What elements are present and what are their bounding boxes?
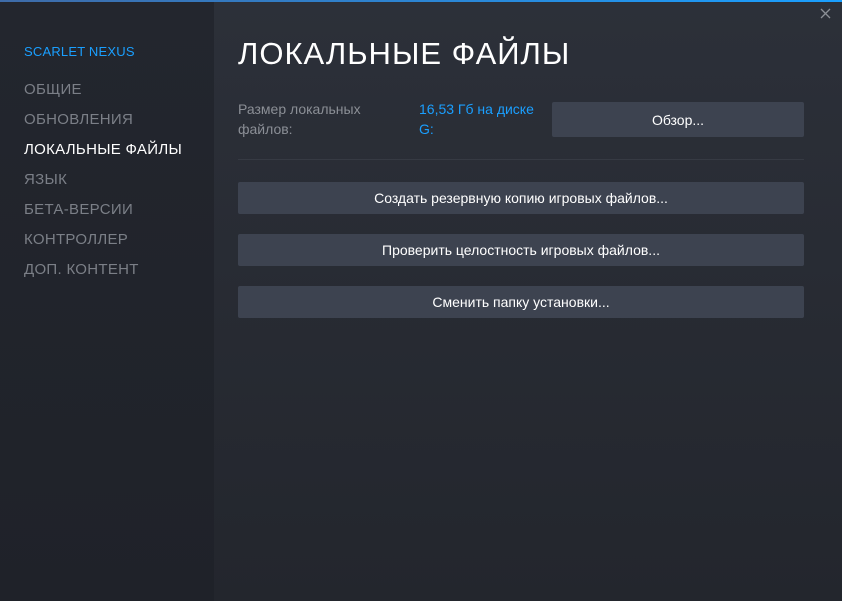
close-icon	[820, 8, 830, 18]
move-install-folder-button[interactable]: Сменить папку установки...	[238, 286, 804, 318]
backup-files-button[interactable]: Создать резервную копию игровых файлов..…	[238, 182, 804, 214]
size-value-link[interactable]: 16,53 Гб на диске G:	[419, 99, 549, 139]
game-title: SCARLET NEXUS	[24, 44, 135, 59]
properties-window: SCARLET NEXUS ОБЩИЕ ОБНОВЛЕНИЯ ЛОКАЛЬНЫЕ…	[0, 0, 842, 601]
verify-integrity-button[interactable]: Проверить целостность игровых файлов...	[238, 234, 804, 266]
sidebar-nav: ОБЩИЕ ОБНОВЛЕНИЯ ЛОКАЛЬНЫЕ ФАЙЛЫ ЯЗЫК БЕ…	[24, 80, 182, 290]
divider	[238, 159, 804, 160]
close-button[interactable]	[816, 4, 834, 22]
sidebar-item-controller[interactable]: КОНТРОЛЛЕР	[24, 230, 182, 260]
sidebar-item-updates[interactable]: ОБНОВЛЕНИЯ	[24, 110, 182, 140]
size-label: Размер локальных файлов:	[238, 101, 361, 137]
sidebar-item-dlc[interactable]: ДОП. КОНТЕНТ	[24, 260, 182, 290]
page-title: ЛОКАЛЬНЫЕ ФАЙЛЫ	[238, 36, 571, 71]
sidebar-item-local-files[interactable]: ЛОКАЛЬНЫЕ ФАЙЛЫ	[24, 140, 182, 170]
browse-button[interactable]: Обзор...	[552, 102, 804, 137]
sidebar-item-language[interactable]: ЯЗЫК	[24, 170, 182, 200]
sidebar-item-betas[interactable]: БЕТА-ВЕРСИИ	[24, 200, 182, 230]
sidebar: SCARLET NEXUS ОБЩИЕ ОБНОВЛЕНИЯ ЛОКАЛЬНЫЕ…	[0, 2, 214, 601]
sidebar-item-general[interactable]: ОБЩИЕ	[24, 80, 182, 110]
